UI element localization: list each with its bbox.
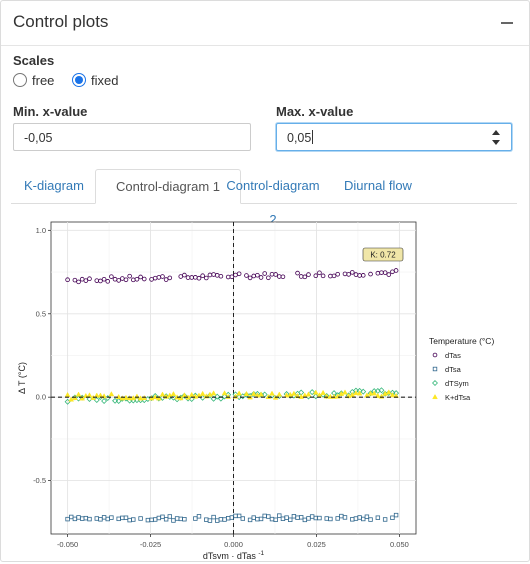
scales-radio-group: free fixed <box>13 73 133 89</box>
min-x-value: -0,05 <box>24 131 53 145</box>
tab-control-diagram-1[interactable]: Control-diagram 1 <box>95 169 241 204</box>
x-tick-label: 0.050 <box>390 540 409 549</box>
legend-label-dTas: dTas <box>445 351 461 360</box>
max-x-value: 0,05 <box>287 131 312 145</box>
legend-label-dTsa: dTsa <box>445 365 462 374</box>
x-tick-label: 0.000 <box>224 540 243 549</box>
x-axis-title: dTsym · dTas -1 <box>203 550 265 559</box>
text-caret <box>312 130 314 144</box>
tab-diurnal-flow[interactable]: Diurnal flow <box>340 169 416 203</box>
y-tick-label: -0.5 <box>33 476 46 485</box>
radio-free-icon[interactable] <box>13 73 27 87</box>
scales-option-fixed[interactable]: fixed <box>72 73 119 88</box>
control-diagram-plot: -0.050 -0.025 0.000 0.025 0.050 -0.5 0.0 0.5 1.0… <box>11 214 521 561</box>
y-tick-label: 1.0 <box>36 226 46 235</box>
x-axis-title-superscript: -1 <box>258 550 264 557</box>
legend-title: Temperature (°C) <box>429 336 494 346</box>
legend-key-dTas <box>432 352 438 358</box>
y-tick-label: 0.0 <box>36 393 46 402</box>
y-tick-label: 0.5 <box>36 309 46 318</box>
min-x-input[interactable]: -0,05 <box>13 123 251 151</box>
tab-k-diagram[interactable]: K-diagram <box>17 169 91 203</box>
min-x-label: Min. x-value <box>13 104 88 119</box>
panel-title: Control plots <box>13 12 109 31</box>
scatter-chart: -0.050 -0.025 0.000 0.025 0.050 -0.5 0.0 0.5 1.0… <box>17 221 494 561</box>
x-tick-label: -0.025 <box>140 540 161 549</box>
legend-key-dTsa <box>432 366 438 372</box>
radio-fixed-icon[interactable] <box>72 73 87 87</box>
legend-label-K+dTsa: K+dTsa <box>445 393 471 402</box>
number-spinner-icon[interactable] <box>492 130 501 145</box>
panel-header: Control plots <box>1 1 529 46</box>
max-x-input[interactable]: 0,05 <box>276 123 512 151</box>
y-axis-title: Δ T (°C) <box>17 362 27 394</box>
control-plots-panel: Control plots Scales free fixed Min. x-v… <box>0 0 530 562</box>
tab-control-diagram-2[interactable]: Control-diagram 2 <box>223 169 323 227</box>
k-annotation-label: K: 0.72 <box>370 251 396 260</box>
max-x-label: Max. x-value <box>276 104 354 119</box>
collapse-icon[interactable] <box>499 13 515 29</box>
legend-key-dTSym <box>432 380 438 386</box>
scales-option-free-label: free <box>32 73 55 88</box>
scales-option-fixed-label: fixed <box>91 73 119 88</box>
legend-key-K+dTsa <box>432 393 438 400</box>
x-tick-label: -0.050 <box>57 540 78 549</box>
scales-option-free[interactable]: free <box>13 73 54 88</box>
scales-label: Scales <box>13 53 55 68</box>
plot-tabs: K-diagram Control-diagram 1 Control-diag… <box>11 169 517 227</box>
legend-label-dTSym: dTSym <box>445 379 469 388</box>
x-tick-label: 0.025 <box>307 540 326 549</box>
